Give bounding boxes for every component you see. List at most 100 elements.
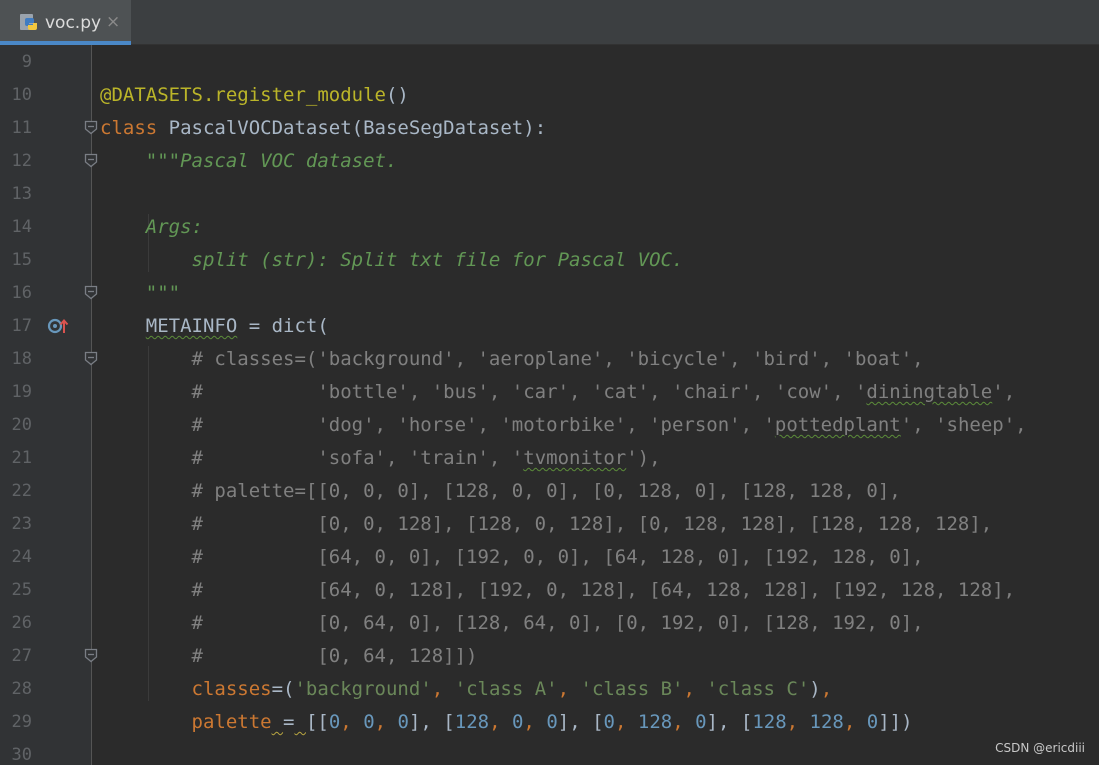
code-token: Args: [145, 216, 203, 238]
fold-toggle-icon[interactable] [84, 351, 98, 366]
code-line[interactable]: 27 # [0, 64, 128]]) [0, 639, 1099, 672]
code-token: ], [ [408, 711, 455, 733]
code-token: , [340, 711, 364, 733]
tab-voc-py[interactable]: voc.py × [0, 0, 131, 45]
line-number: 13 [11, 184, 32, 204]
line-number: 24 [11, 547, 32, 567]
code-line[interactable]: 26 # [0, 64, 0], [128, 64, 0], [0, 192, … [0, 606, 1099, 639]
code-line[interactable]: 18 # classes=('background', 'aeroplane',… [0, 342, 1099, 375]
code-token: split (str): Split txt file for Pascal V… [191, 249, 684, 271]
code-token: 128 [752, 711, 787, 733]
line-number: 23 [11, 514, 32, 534]
code-token: , [557, 678, 581, 700]
line-number: 25 [11, 580, 32, 600]
code-token: 'class C' [706, 678, 810, 700]
line-number: 9 [21, 52, 32, 72]
code-line[interactable]: 14 Args: [0, 210, 1099, 243]
code-line[interactable]: 20 # 'dog', 'horse', 'motorbike', 'perso… [0, 408, 1099, 441]
code-token: # 'bottle', 'bus', 'car', 'cat', 'chair'… [191, 381, 867, 403]
line-number: 14 [11, 217, 32, 237]
code-text: # classes=('background', 'aeroplane', 'b… [100, 347, 924, 371]
code-token: 0 [511, 711, 524, 733]
fold-toggle-icon[interactable] [84, 648, 98, 663]
code-line[interactable]: 28 classes=('background', 'class A', 'cl… [0, 672, 1099, 705]
code-token: ]]) [878, 711, 913, 733]
line-number: 29 [11, 712, 32, 732]
code-token: 0 [363, 711, 375, 733]
code-token: # [0, 64, 0], [128, 64, 0], [0, 192, 0],… [191, 612, 924, 634]
code-token: , [489, 711, 512, 733]
code-token: # [64, 0, 128], [192, 0, 128], [64, 128,… [191, 579, 1016, 601]
code-line[interactable]: 9 [0, 45, 1099, 78]
line-number: 11 [11, 118, 32, 138]
line-number: 20 [11, 415, 32, 435]
code-token: diningtable [866, 381, 993, 403]
code-token: # palette=[[0, 0, 0], [128, 0, 0], [0, 1… [191, 480, 901, 502]
code-token: """Pascal VOC dataset. [145, 150, 398, 172]
line-number: 12 [11, 151, 32, 171]
code-line[interactable]: 21 # 'sofa', 'train', 'tvmonitor'), [0, 441, 1099, 474]
code-line[interactable]: 12 """Pascal VOC dataset. [0, 144, 1099, 177]
code-token: =( [271, 678, 295, 700]
fold-toggle-icon[interactable] [84, 120, 98, 135]
code-token: # 'sofa', 'train', ' [191, 447, 524, 469]
code-editor[interactable]: 9 10 @DATASETS.register_module() 11 class Pa… [0, 45, 1099, 765]
code-text: @DATASETS.register_module() [100, 83, 409, 107]
fold-toggle-icon[interactable] [84, 285, 98, 300]
code-token: # [0, 64, 128]]) [191, 645, 478, 667]
line-number: 21 [11, 448, 32, 468]
code-line[interactable]: 29 palette = [[0, 0, 0], [128, 0, 0], [0… [0, 705, 1099, 738]
python-file-icon [20, 14, 37, 30]
code-line[interactable]: 25 # [64, 0, 128], [192, 0, 128], [64, 1… [0, 573, 1099, 606]
tab-label: voc.py [45, 13, 102, 33]
code-line[interactable]: 15 split (str): Split txt file for Pasca… [0, 243, 1099, 276]
code-line[interactable]: 24 # [64, 0, 0], [192, 0, 0], [64, 128, … [0, 540, 1099, 573]
code-token: , [843, 711, 867, 733]
code-token: [[ [305, 711, 329, 733]
fold-toggle-icon[interactable] [84, 153, 98, 168]
line-number: 28 [11, 679, 32, 699]
code-line[interactable]: 10 @DATASETS.register_module() [0, 78, 1099, 111]
code-line[interactable]: 23 # [0, 0, 128], [128, 0, 128], [0, 128… [0, 507, 1099, 540]
code-line[interactable]: 17 METAINFO = dict( [0, 309, 1099, 342]
code-token: 0 [866, 711, 879, 733]
code-token: """ [145, 282, 181, 304]
code-text: Args: [100, 215, 203, 239]
line-number: 16 [11, 283, 32, 303]
code-line[interactable]: 19 # 'bottle', 'bus', 'car', 'cat', 'cha… [0, 375, 1099, 408]
line-number: 30 [11, 745, 32, 765]
line-number: 18 [11, 349, 32, 369]
line-number: 10 [11, 85, 32, 105]
code-token: , [374, 711, 398, 733]
code-text: # [0, 64, 0], [128, 64, 0], [0, 192, 0],… [100, 611, 924, 635]
code-line[interactable]: 11 class PascalVOCDataset(BaseSegDataset)… [0, 111, 1099, 144]
code-token: 0 [328, 711, 341, 733]
code-line[interactable]: 22 # palette=[[0, 0, 0], [128, 0, 0], [0… [0, 474, 1099, 507]
code-token: 0 [397, 711, 409, 733]
code-line[interactable]: 16 """ [0, 276, 1099, 309]
code-text: # [0, 0, 128], [128, 0, 128], [0, 128, 1… [100, 512, 993, 536]
code-token: 0 [695, 711, 707, 733]
line-number: 15 [11, 250, 32, 270]
code-line[interactable]: 30 [0, 738, 1099, 765]
code-token: tvmonitor [523, 447, 627, 469]
code-token: '), [626, 447, 661, 469]
override-implements-icon[interactable] [46, 317, 72, 335]
close-icon[interactable]: × [106, 11, 120, 33]
code-text: # 'bottle', 'bus', 'car', 'cat', 'chair'… [100, 380, 1016, 404]
code-token: , [820, 678, 833, 700]
code-token: classes [191, 678, 272, 700]
code-token: 'background' [294, 678, 432, 700]
code-line[interactable]: 13 [0, 177, 1099, 210]
